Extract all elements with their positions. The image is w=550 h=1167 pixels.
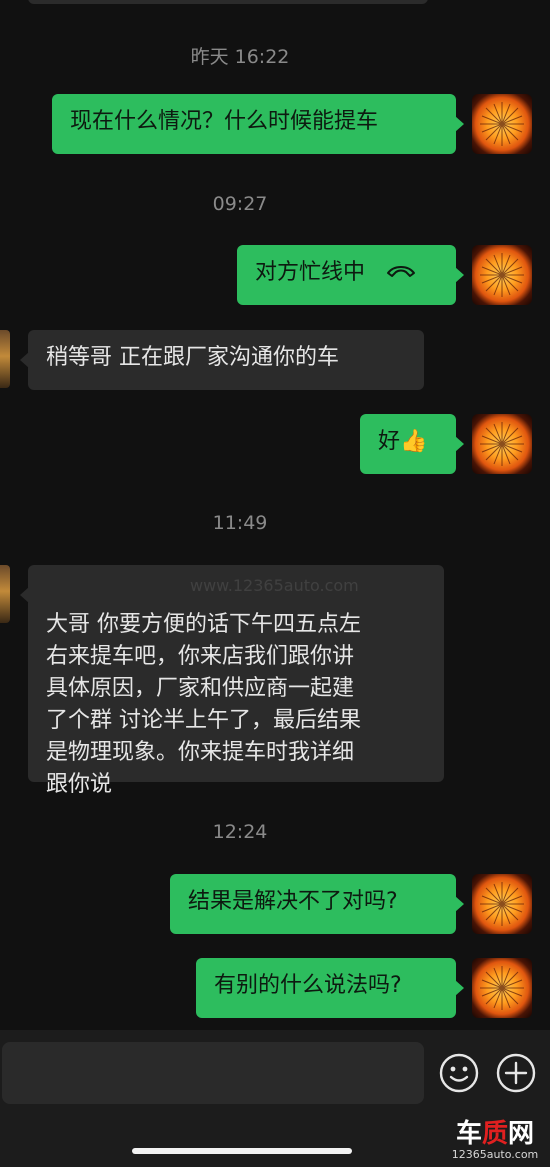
sun-pattern-icon (480, 253, 524, 297)
my-avatar[interactable] (472, 874, 532, 934)
message-bubble-sent[interactable]: 好👍 (360, 414, 464, 474)
message-bubble-received[interactable]: 大哥 你要方便的话下午四五点左 右来提车吧，你来店我们跟你讲 具体原因，厂家和供… (20, 565, 444, 797)
message-text: 大哥 你要方便的话下午四五点左 右来提车吧，你来店我们跟你讲 具体原因，厂家和供… (46, 612, 361, 797)
thumbs-up-icon: 👍 (400, 429, 428, 454)
home-indicator (132, 1148, 352, 1154)
timestamp: 09:27 (212, 193, 268, 215)
my-avatar[interactable] (472, 94, 532, 154)
message-text: 有别的什么说法吗? (214, 973, 402, 998)
my-avatar[interactable] (472, 245, 532, 305)
watermark-char: 车 (455, 1119, 482, 1149)
watermark-url: 12365auto.com (451, 1148, 539, 1161)
previous-message-bubble (28, 0, 428, 4)
message-bubble-sent[interactable]: 现在什么情况？什么时候能提车 (52, 94, 464, 154)
smiley-icon[interactable] (438, 1052, 480, 1094)
message-text: 结果是解决不了对吗? (188, 889, 398, 914)
plus-circle-icon[interactable] (495, 1052, 537, 1094)
message-text: 好 (378, 429, 401, 454)
phone-hangup-icon (386, 257, 416, 289)
watermark-text: www.12365auto.com (190, 576, 359, 595)
timestamp: 11:49 (212, 512, 268, 534)
watermark-char: 质 (481, 1119, 508, 1149)
contact-avatar[interactable] (0, 330, 10, 388)
message-input[interactable] (2, 1042, 424, 1104)
message-bubble-sent[interactable]: 有别的什么说法吗? (196, 958, 464, 1018)
sun-pattern-icon (480, 102, 524, 146)
message-text: 稍等哥 正在跟厂家沟通你的车 (46, 345, 339, 370)
message-bubble-received[interactable]: 稍等哥 正在跟厂家沟通你的车 (20, 330, 424, 390)
my-avatar[interactable] (472, 958, 532, 1018)
chat-message-list[interactable]: 昨天 16:22 现在什么情况？什么时候能提车 09:27 对方忙线中 稍等哥 … (0, 0, 550, 1030)
watermark-char: 网 (508, 1119, 535, 1149)
message-text: 现在什么情况？什么时候能提车 (70, 109, 379, 134)
call-record-bubble[interactable]: 对方忙线中 (237, 245, 464, 305)
contact-avatar[interactable] (0, 565, 10, 623)
message-bubble-sent[interactable]: 结果是解决不了对吗? (170, 874, 464, 934)
timestamp: 12:24 (212, 821, 268, 843)
sun-pattern-icon (480, 882, 524, 926)
my-avatar[interactable] (472, 414, 532, 474)
message-text: 对方忙线中 (255, 260, 366, 285)
sun-pattern-icon (480, 966, 524, 1010)
watermark-logo: 车质网 12365auto.com (440, 1120, 550, 1167)
sun-pattern-icon (480, 422, 524, 466)
timestamp: 昨天 16:22 (190, 46, 290, 68)
